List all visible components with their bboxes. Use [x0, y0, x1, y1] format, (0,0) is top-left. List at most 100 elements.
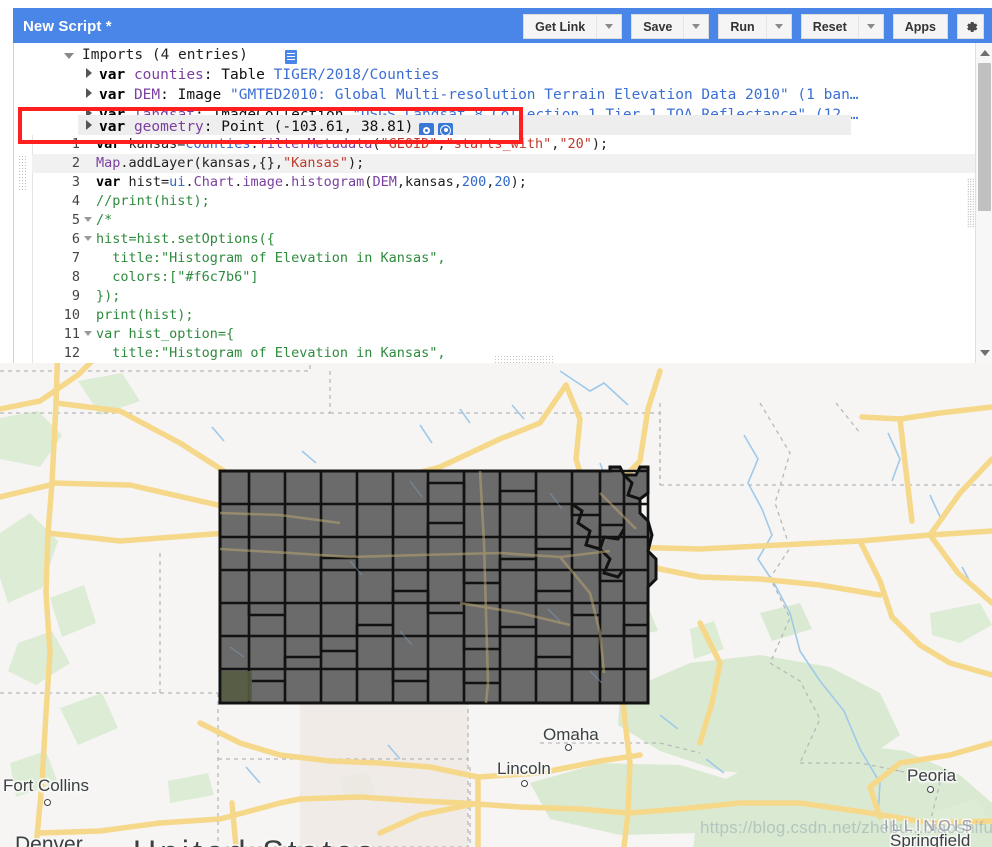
code-editor-pane[interactable]: Imports (4 entries) var counties: Table … — [13, 43, 992, 363]
line-number: 11 — [63, 326, 80, 342]
code-line[interactable]: 10 print(hist); — [32, 306, 992, 325]
line-number: 2 — [71, 155, 80, 171]
map-city-label-fort-collins: Fort Collins — [3, 776, 89, 795]
line-source: /* — [96, 212, 113, 228]
line-source: var hist_option={ — [96, 326, 235, 342]
code-line[interactable]: 3 var hist=ui.Chart.image.histogram(DEM,… — [32, 173, 992, 192]
import-keyword: var — [99, 87, 126, 103]
imports-header-label: Imports (4 entries) — [82, 47, 248, 63]
line-number: 1 — [71, 136, 80, 152]
map-city-label-lincoln: Lincoln — [497, 759, 551, 778]
blog-watermark: https://blog.csdn.net/zhebu...biaoshifu — [700, 818, 992, 837]
save-group: Save — [631, 14, 710, 39]
map-city-label-omaha: Omaha — [543, 725, 599, 744]
map-country-label: United States — [133, 834, 377, 847]
expand-triangle-icon[interactable] — [86, 120, 92, 130]
import-var-type: Point — [221, 119, 265, 135]
settings-button[interactable] — [957, 14, 984, 39]
code-line[interactable]: 4 //print(hist); — [32, 192, 992, 211]
editor-minimap-dots — [967, 178, 974, 228]
editor-resize-grip[interactable] — [494, 355, 554, 363]
code-line[interactable]: 2 Map.addLayer(kansas,{},"Kansas"); — [32, 154, 992, 173]
app-toolbar: New Script * Get Link Save Run Reset App… — [13, 10, 992, 43]
imports-collapse-toggle[interactable] — [64, 53, 74, 59]
line-number: 12 — [63, 345, 80, 361]
scroll-up-icon[interactable] — [980, 50, 990, 56]
editor-gutter — [14, 135, 33, 363]
line-source: var hist=ui.Chart.image.histogram(DEM,ka… — [96, 174, 527, 190]
imports-panel: Imports (4 entries) var counties: Table … — [14, 43, 992, 175]
code-line[interactable]: 9 }); — [32, 287, 992, 306]
line-source: hist=hist.setOptions({ — [96, 231, 275, 247]
line-source: colors:["#f6c7b6"] — [96, 269, 259, 285]
save-button[interactable]: Save — [631, 14, 685, 39]
expand-triangle-icon[interactable] — [86, 88, 92, 98]
line-number: 6 — [71, 231, 80, 247]
imports-doc-icon[interactable] — [285, 50, 297, 64]
map-city-dot-peoria — [927, 786, 934, 793]
code-line[interactable]: 7 title:"Histogram of Elevation in Kansa… — [32, 249, 992, 268]
scroll-down-icon[interactable] — [980, 350, 990, 356]
map-city-dot-fort-collins — [44, 799, 51, 806]
kansas-counties-layer — [218, 465, 658, 705]
map-city-dot-omaha — [565, 744, 572, 751]
reset-dropdown[interactable] — [858, 14, 884, 39]
fold-toggle-icon[interactable] — [84, 236, 92, 241]
chevron-down-icon — [866, 24, 875, 29]
line-number: 9 — [71, 288, 80, 304]
code-line[interactable]: 6 hist=hist.setOptions({ — [32, 230, 992, 249]
window-top-edge — [0, 0, 992, 10]
run-button[interactable]: Run — [718, 14, 767, 39]
line-source: }); — [96, 288, 121, 304]
fold-toggle-icon[interactable] — [84, 217, 92, 222]
gutter-drag-handle[interactable] — [18, 155, 26, 191]
reset-group: Reset — [800, 14, 884, 39]
get-link-dropdown[interactable] — [597, 14, 623, 39]
import-var-reference: TIGER/2018/Counties — [273, 67, 440, 83]
line-source: Map.addLayer(kansas,{},"Kansas"); — [96, 155, 365, 171]
line-source: title:"Histogram of Elevation in Kansas"… — [96, 345, 446, 361]
line-number: 5 — [71, 212, 80, 228]
map-city-label-denver: Denver — [15, 833, 83, 847]
import-geometry-coordinates: (-103.61, 38.81) — [273, 119, 414, 135]
import-entry-counties[interactable]: var counties: Table TIGER/2018/Counties — [86, 65, 440, 85]
page-title: New Script * — [23, 18, 112, 35]
chevron-down-icon — [692, 24, 701, 29]
editor-vertical-scrollbar[interactable] — [975, 43, 992, 363]
import-var-name: DEM — [133, 87, 161, 103]
fold-toggle-icon[interactable] — [84, 331, 92, 336]
import-keyword: var — [99, 67, 126, 83]
line-source: var kansas=counties.filterMetadata("GEOI… — [96, 136, 609, 152]
line-number: 3 — [71, 174, 80, 190]
save-dropdown[interactable] — [684, 14, 710, 39]
gear-icon — [966, 21, 977, 32]
code-line[interactable]: 1 var kansas=counties.filterMetadata("GE… — [32, 135, 992, 154]
scrollbar-thumb[interactable] — [978, 63, 991, 211]
get-link-group: Get Link — [523, 14, 623, 39]
map-city-label-peoria: Peoria — [907, 766, 957, 785]
chevron-down-icon — [605, 24, 614, 29]
map-city-dot-lincoln — [521, 780, 528, 787]
earth-engine-code-editor: New Script * Get Link Save Run Reset App… — [0, 0, 992, 847]
import-keyword: var — [99, 119, 126, 135]
apps-button[interactable]: Apps — [892, 14, 948, 39]
line-number: 8 — [71, 269, 80, 285]
code-line[interactable]: 8 colors:["#f6c7b6"] — [32, 268, 992, 287]
import-var-type: Image — [177, 87, 222, 103]
import-var-reference: "GMTED2010: Global Multi-resolution Terr… — [230, 87, 859, 103]
import-var-name: counties — [133, 67, 204, 83]
code-text-area[interactable]: 1 var kansas=counties.filterMetadata("GE… — [14, 135, 992, 363]
import-var-name: geometry — [133, 119, 204, 135]
line-number: 4 — [71, 193, 80, 209]
import-var-type: Table — [221, 67, 265, 83]
code-line[interactable]: 5 /* — [32, 211, 992, 230]
line-number: 10 — [63, 307, 80, 323]
import-entry-dem[interactable]: var DEM: Image "GMTED2010: Global Multi-… — [86, 85, 859, 105]
run-dropdown[interactable] — [766, 14, 792, 39]
code-line[interactable]: 11 var hist_option={ — [32, 325, 992, 344]
get-link-button[interactable]: Get Link — [523, 14, 598, 39]
chevron-down-icon — [774, 24, 783, 29]
map-viewport[interactable]: United States COLORADO ILLINOIS MISSOURI… — [0, 363, 992, 847]
reset-button[interactable]: Reset — [800, 14, 859, 39]
expand-triangle-icon[interactable] — [86, 68, 92, 78]
